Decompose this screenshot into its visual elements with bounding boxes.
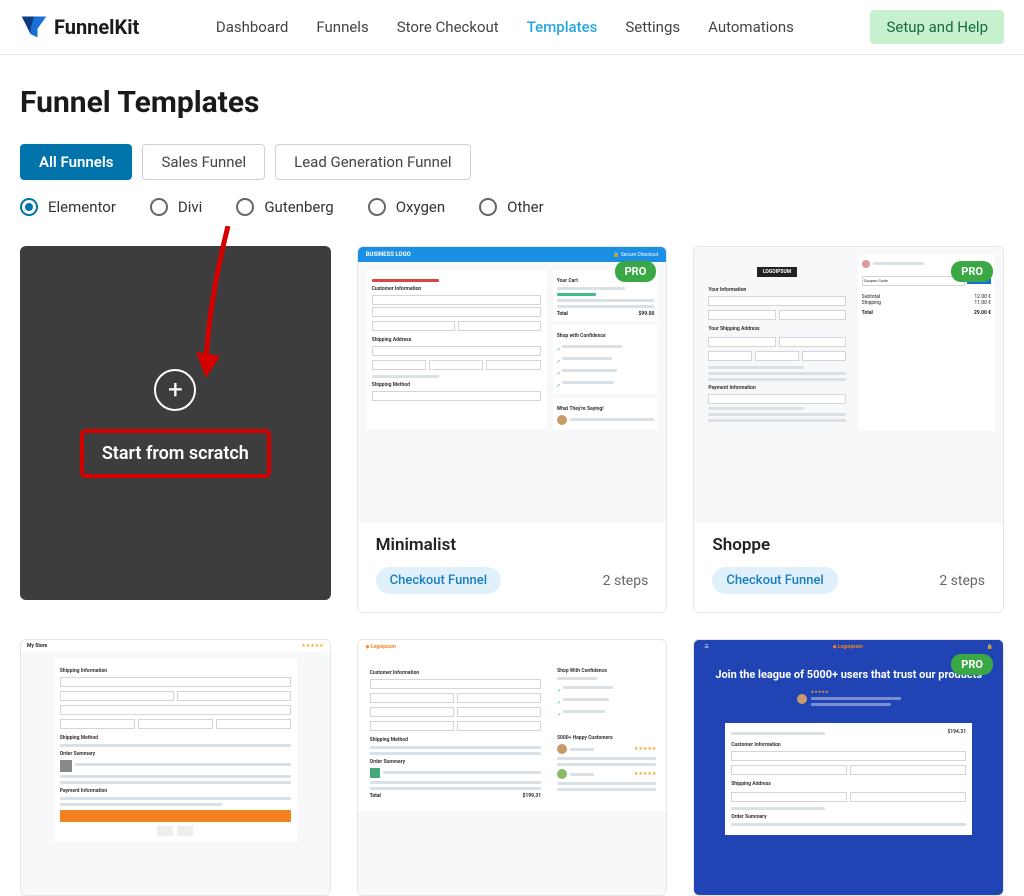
- template-card-minimalist[interactable]: PRO BUSINESS LOGO 🔒 Secure Checkout Cust…: [357, 246, 668, 613]
- template-steps: 2 steps: [603, 573, 649, 589]
- template-card-shoppe[interactable]: PRO LOGOIPSUM Your Information Your Ship…: [693, 246, 1004, 613]
- radio-icon: [150, 198, 168, 216]
- nav-funnels[interactable]: Funnels: [316, 18, 368, 36]
- template-preview: ◆ Logoipsum Customer Information Shippin…: [358, 640, 667, 895]
- tab-sales-funnel[interactable]: Sales Funnel: [142, 144, 265, 180]
- radio-label: Oxygen: [396, 198, 445, 216]
- template-info: Minimalist Checkout Funnel 2 steps: [358, 523, 667, 612]
- radio-elementor[interactable]: Elementor: [20, 198, 116, 216]
- nav-templates[interactable]: Templates: [527, 18, 598, 36]
- pro-badge: PRO: [615, 261, 657, 282]
- radio-icon: [20, 198, 38, 216]
- radio-label: Gutenberg: [264, 198, 333, 216]
- tab-lead-generation[interactable]: Lead Generation Funnel: [275, 144, 470, 180]
- start-from-scratch-label: Start from scratch: [80, 429, 271, 478]
- radio-oxygen[interactable]: Oxygen: [368, 198, 445, 216]
- radio-icon: [236, 198, 254, 216]
- template-card-mystore[interactable]: My Store ★★★★★ Shipping Information Ship…: [20, 639, 331, 896]
- pro-badge: PRO: [951, 654, 993, 675]
- radio-label: Divi: [178, 198, 202, 216]
- template-preview: My Store ★★★★★ Shipping Information Ship…: [21, 640, 330, 895]
- radio-icon: [368, 198, 386, 216]
- nav-store-checkout[interactable]: Store Checkout: [397, 18, 499, 36]
- builder-radio-group: Elementor Divi Gutenberg Oxygen Other: [20, 198, 1004, 216]
- radio-label: Other: [507, 198, 544, 216]
- radio-other[interactable]: Other: [479, 198, 544, 216]
- radio-divi[interactable]: Divi: [150, 198, 202, 216]
- brand-logo[interactable]: FunnelKit: [20, 13, 139, 41]
- page-title: Funnel Templates: [20, 85, 1004, 120]
- template-type-pill: Checkout Funnel: [376, 567, 501, 594]
- radio-gutenberg[interactable]: Gutenberg: [236, 198, 333, 216]
- nav-dashboard[interactable]: Dashboard: [216, 18, 289, 36]
- brand-name: FunnelKit: [54, 15, 139, 39]
- template-type-pill: Checkout Funnel: [712, 567, 837, 594]
- tab-all-funnels[interactable]: All Funnels: [20, 144, 132, 180]
- nav-settings[interactable]: Settings: [625, 18, 680, 36]
- template-title: Shoppe: [712, 535, 985, 555]
- pro-badge: PRO: [951, 261, 993, 282]
- setup-help-button[interactable]: Setup and Help: [870, 10, 1004, 44]
- template-preview: PRO ☰ ◆ Logoipsum 🔒 Join the league of 5…: [694, 640, 1003, 895]
- start-from-scratch-card[interactable]: Start from scratch: [20, 246, 331, 600]
- annotation-arrow-icon: [188, 226, 248, 396]
- radio-label: Elementor: [48, 198, 116, 216]
- funnel-type-tabs: All Funnels Sales Funnel Lead Generation…: [20, 144, 1004, 180]
- template-card-logoipsum[interactable]: ◆ Logoipsum Customer Information Shippin…: [357, 639, 668, 896]
- radio-icon: [479, 198, 497, 216]
- main-nav: Dashboard Funnels Store Checkout Templat…: [216, 18, 794, 36]
- template-grid: Start from scratch PRO BUSINESS LOGO 🔒 S…: [20, 246, 1004, 896]
- template-info: Shoppe Checkout Funnel 2 steps: [694, 523, 1003, 612]
- template-preview: PRO BUSINESS LOGO 🔒 Secure Checkout Cust…: [358, 247, 667, 523]
- nav-automations[interactable]: Automations: [708, 18, 794, 36]
- template-card-league[interactable]: PRO ☰ ◆ Logoipsum 🔒 Join the league of 5…: [693, 639, 1004, 896]
- main-content: Funnel Templates All Funnels Sales Funne…: [0, 55, 1024, 896]
- plus-icon: [154, 369, 196, 411]
- template-title: Minimalist: [376, 535, 649, 555]
- funnelkit-logo-icon: [20, 13, 48, 41]
- template-steps: 2 steps: [939, 573, 985, 589]
- template-preview: PRO LOGOIPSUM Your Information Your Ship…: [694, 247, 1003, 523]
- app-header: FunnelKit Dashboard Funnels Store Checko…: [0, 0, 1024, 55]
